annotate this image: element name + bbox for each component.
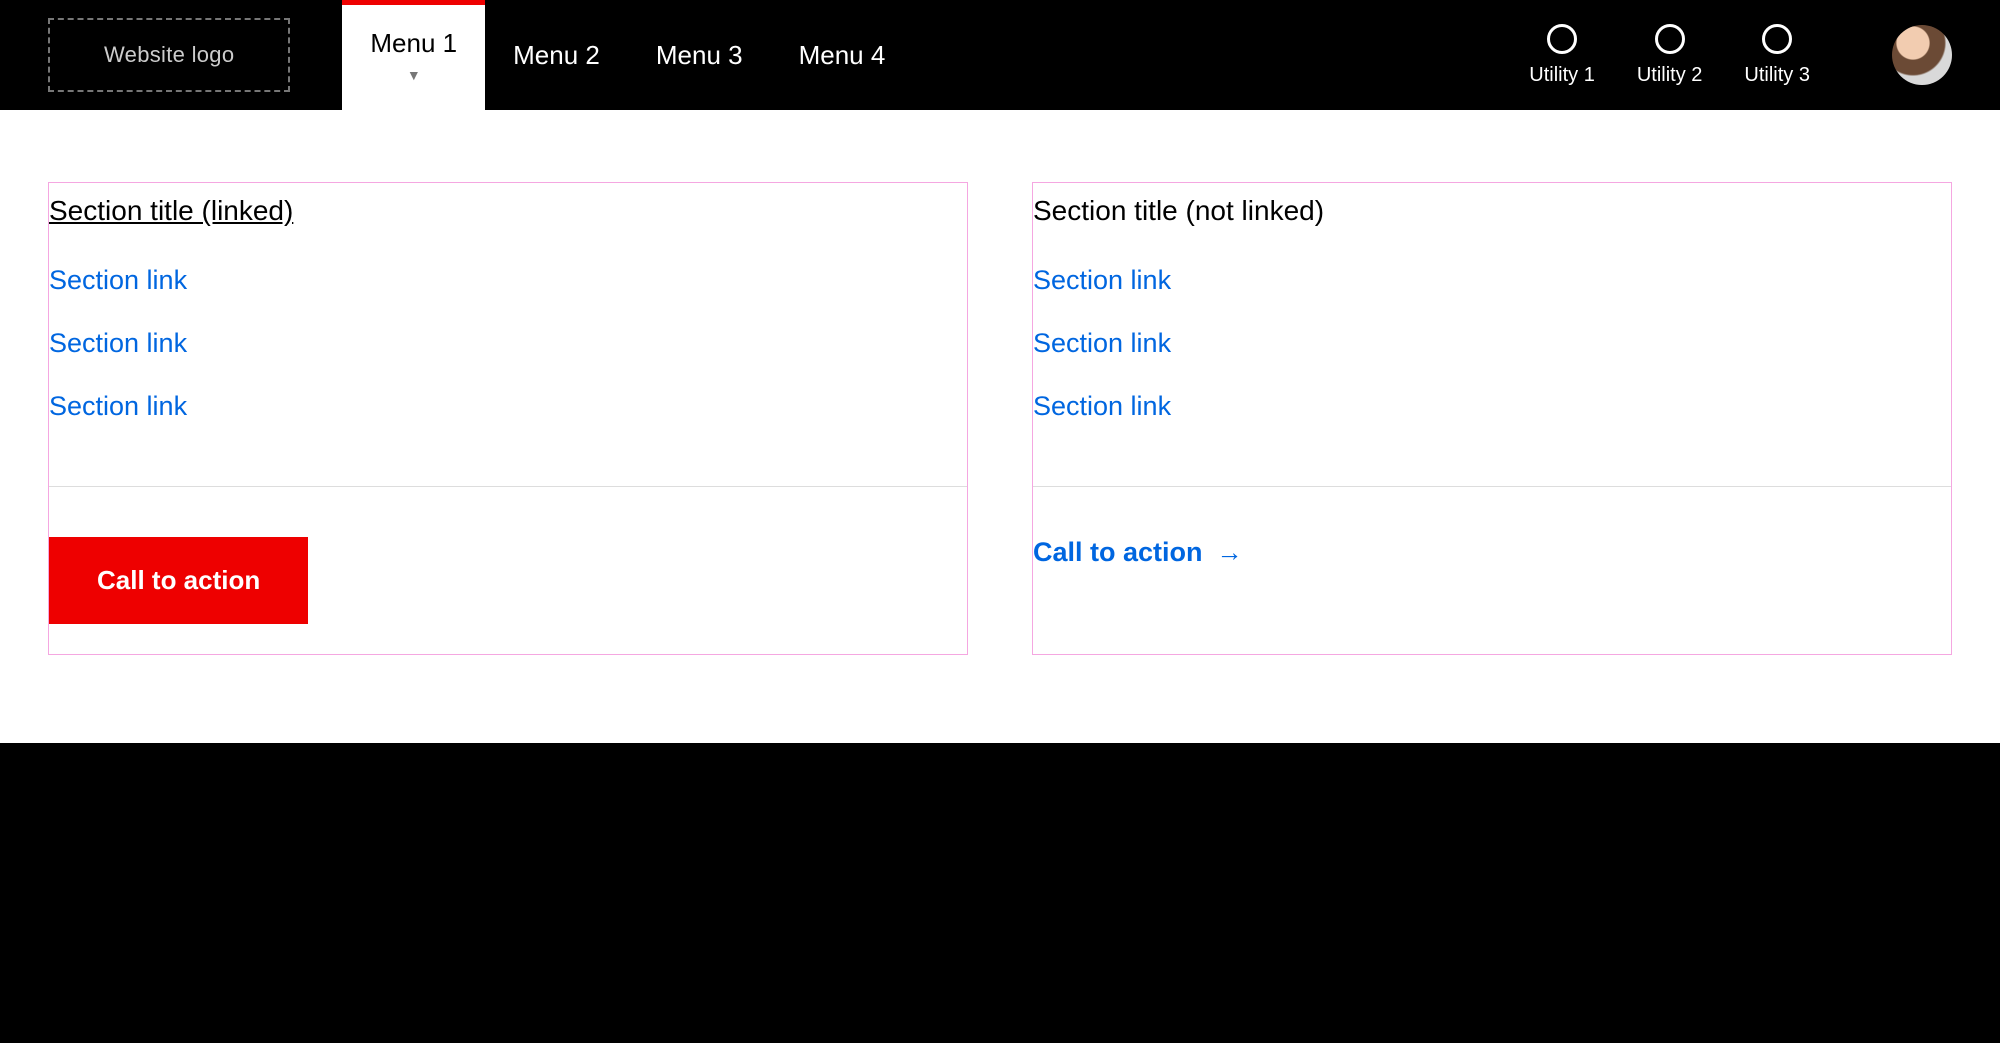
nav-menu-4[interactable]: Menu 4 bbox=[771, 0, 914, 110]
top-navigation: Website logo Menu 1 ▼ Menu 2 Menu 3 Menu… bbox=[0, 0, 2000, 110]
section-link[interactable]: Section link bbox=[49, 375, 967, 438]
section-link[interactable]: Section link bbox=[49, 312, 967, 375]
section-link[interactable]: Section link bbox=[1033, 312, 1951, 375]
section-link[interactable]: Section link bbox=[49, 249, 967, 312]
nav-menu-1-label: Menu 1 bbox=[370, 28, 457, 59]
avatar[interactable] bbox=[1892, 25, 1952, 85]
nav-menu-1[interactable]: Menu 1 ▼ bbox=[342, 0, 485, 110]
utility-1[interactable]: Utility 1 bbox=[1529, 24, 1595, 87]
dropdown-panel: Section title (linked) Section link Sect… bbox=[0, 110, 2000, 743]
nav-menu-3-label: Menu 3 bbox=[656, 40, 743, 71]
nav-menu-2[interactable]: Menu 2 bbox=[485, 0, 628, 110]
cta-secondary-link[interactable]: Call to action → bbox=[1033, 537, 1243, 568]
circle-icon bbox=[1547, 24, 1577, 54]
circle-icon bbox=[1655, 24, 1685, 54]
nav-menu-4-label: Menu 4 bbox=[799, 40, 886, 71]
circle-icon bbox=[1762, 24, 1792, 54]
section-title-linked[interactable]: Section title (linked) bbox=[49, 195, 967, 249]
utility-3-label: Utility 3 bbox=[1744, 64, 1810, 87]
utility-3[interactable]: Utility 3 bbox=[1744, 24, 1810, 87]
section-link[interactable]: Section link bbox=[1033, 249, 1951, 312]
cta-secondary-label: Call to action bbox=[1033, 537, 1203, 568]
website-logo[interactable]: Website logo bbox=[48, 18, 290, 92]
primary-nav: Menu 1 ▼ Menu 2 Menu 3 Menu 4 bbox=[342, 0, 913, 110]
arrow-right-icon: → bbox=[1217, 537, 1243, 568]
footer bbox=[0, 743, 2000, 1043]
utility-2[interactable]: Utility 2 bbox=[1637, 24, 1703, 87]
section-right: Section title (not linked) Section link … bbox=[1032, 182, 1952, 655]
utility-nav: Utility 1 Utility 2 Utility 3 bbox=[1529, 0, 1952, 110]
section-left: Section title (linked) Section link Sect… bbox=[48, 182, 968, 655]
utility-2-label: Utility 2 bbox=[1637, 64, 1703, 87]
section-title-static: Section title (not linked) bbox=[1033, 195, 1951, 249]
section-link[interactable]: Section link bbox=[1033, 375, 1951, 438]
chevron-down-icon: ▼ bbox=[407, 67, 421, 83]
logo-area: Website logo bbox=[0, 0, 338, 110]
utility-1-label: Utility 1 bbox=[1529, 64, 1595, 87]
nav-menu-2-label: Menu 2 bbox=[513, 40, 600, 71]
nav-menu-3[interactable]: Menu 3 bbox=[628, 0, 771, 110]
cta-primary-button[interactable]: Call to action bbox=[49, 537, 308, 624]
